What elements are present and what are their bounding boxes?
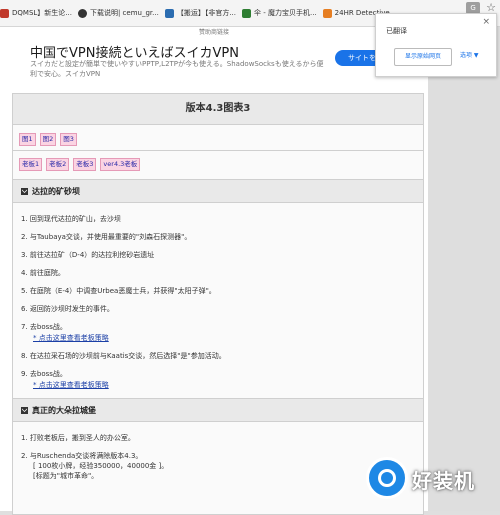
ad-description: スイカだと設定が簡単で使いやすいPPTP,L2TPが今も使える。ShadowSo… [30,60,324,78]
watermark-logo-icon [366,457,408,499]
collapse-icon[interactable] [21,187,28,195]
collapse-icon[interactable] [21,406,28,414]
close-icon[interactable]: × [482,17,490,27]
chart-tags: 图1 图2 图3 [13,133,423,146]
tag-boss-1[interactable]: 老板1 [19,158,43,171]
step-item: 6. 返回防沙坝时发生的事件。 [21,305,114,313]
bookmark-3[interactable]: 【搬运】【非官方... [164,8,236,18]
translate-popup: × 已翻译 显示原始网页 选项 ▼ [375,13,497,77]
options-dropdown[interactable]: 选项 ▼ [460,48,479,64]
boss-strategy-link[interactable]: * 点击这里查看老板策略 [33,381,109,389]
tag-boss-ver43[interactable]: ver4.3老板 [100,158,141,171]
tag-boss-3[interactable]: 老板3 [73,158,97,171]
step-item: 4. 前往庭院。 [21,269,65,277]
tag-chart-2[interactable]: 图2 [39,133,57,146]
ad-label: 赞助商链接 [198,29,229,36]
watermark-text: 好装机 [412,469,475,493]
step-item: 5. 在庭院（E-4）中调查Urbea恶魔士兵，并获得"太阳子弹"。 [21,287,216,295]
boss-strategy-link[interactable]: * 点击这里查看老板策略 [33,334,109,342]
boss-strategy-note: * 点击这里查看老板策略 [21,333,423,343]
step-item: 1. 回到现代达拉的矿山，去沙坝 [21,215,121,223]
bookmark-2[interactable]: 下载说明| cemu_gr... [77,8,159,18]
page-margin [428,27,500,511]
divider [13,150,423,151]
step-item: 8. 在达拉采石场的沙坝前与Kaatis交谈，然后选择"是"参加活动。 [21,352,226,360]
bookmark-favicon-icon [322,8,332,18]
bookmark-1[interactable]: DQMSL】新生论... [0,8,72,18]
bookmark-favicon-icon [0,8,9,18]
bookmark-favicon-icon [164,8,174,18]
bookmark-4[interactable]: 伞 - 魔力宝贝手机... [242,8,317,18]
step-list: 1. 回到现代达拉的矿山，去沙坝 2. 与Taubaya交谈，并使用最重要的"刘… [13,203,423,390]
step-item: 1. 打败老板后，搬到圣人的办公室。 [21,434,135,442]
section-heading: 真正的大朵拉城堡 [13,398,423,422]
section-heading: 达拉的矿砂坝 [13,179,423,203]
tag-chart-1[interactable]: 图1 [19,133,36,146]
tag-chart-3[interactable]: 图3 [60,133,77,146]
step-item: 2. 与Taubaya交谈，并使用最重要的"刘森石探测器"。 [21,233,192,241]
step-item: 3. 前往达拉矿（D-4）的达拉利挖砂岩遗址 [21,251,155,259]
boss-strategy-note: * 点击这里查看老板策略 [21,380,423,390]
step-item: 9. 去boss战。 [21,370,67,378]
watermark: 好装机 [362,451,500,511]
show-original-button[interactable]: 显示原始网页 [394,48,452,66]
tag-boss-2[interactable]: 老板2 [46,158,70,171]
translate-popup-title: 已翻译 [386,27,407,35]
github-icon [77,8,87,18]
step-item: 7. 去boss战。 [21,323,67,331]
boss-tags: 老板1 老板2 老板3 ver4.3老板 [13,158,423,171]
bookmark-favicon-icon [242,8,252,18]
article-title: 版本4.3图表3 [13,94,423,125]
